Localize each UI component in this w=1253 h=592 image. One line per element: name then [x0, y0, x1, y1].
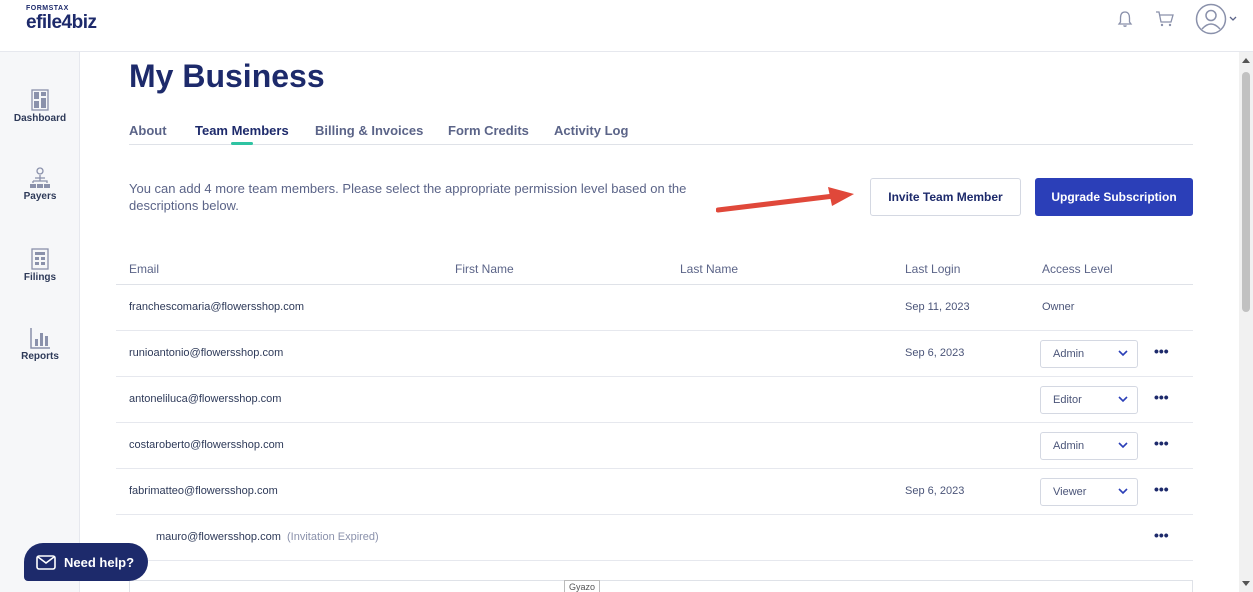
sidebar-item-reports[interactable]: Reports [0, 327, 80, 362]
tab-about[interactable]: About [129, 123, 167, 138]
active-tab-indicator [231, 142, 253, 145]
tab-activity-log[interactable]: Activity Log [554, 123, 628, 138]
column-header-last-login: Last Login [905, 262, 961, 276]
reports-icon [30, 328, 50, 349]
column-header-access-level: Access Level [1042, 262, 1113, 276]
access-level-select[interactable]: Admin [1040, 340, 1138, 368]
chevron-down-icon [1118, 442, 1128, 449]
table-row: franchescomaria@flowersshop.com Sep 11, … [116, 285, 1193, 331]
need-help-button[interactable]: Need help? [24, 543, 148, 581]
column-header-email: Email [129, 262, 160, 276]
sidebar-item-payers[interactable]: Payers [0, 167, 80, 202]
scroll-down-arrow-icon[interactable] [1242, 581, 1250, 586]
scroll-up-arrow-icon[interactable] [1242, 58, 1250, 63]
row-last-login: Sep 6, 2023 [905, 485, 965, 497]
bell-icon[interactable] [1117, 10, 1133, 28]
sidebar-item-dashboard[interactable]: Dashboard [0, 89, 80, 124]
team-description: You can add 4 more team members. Please … [129, 181, 687, 213]
access-level-value: Editor [1053, 394, 1082, 406]
scrollbar[interactable] [1239, 52, 1253, 592]
top-bar: FORMSTAX efile4biz [0, 0, 1253, 52]
invite-team-member-button[interactable]: Invite Team Member [870, 178, 1021, 216]
sidebar-item-label: Filings [23, 272, 57, 283]
access-level-select[interactable]: Editor [1040, 386, 1138, 414]
access-level-value: Admin [1053, 440, 1085, 452]
table-row: antoneliluca@flowersshop.com Editor ••• [116, 377, 1193, 423]
table-row: mauro@flowersshop.com (Invitation Expire… [116, 515, 1193, 561]
tab-form-credits[interactable]: Form Credits [448, 123, 529, 138]
more-options-icon[interactable]: ••• [1154, 528, 1169, 542]
more-options-icon[interactable]: ••• [1154, 344, 1169, 358]
invitation-status: (Invitation Expired) [287, 531, 379, 543]
cart-icon[interactable] [1155, 10, 1175, 28]
gyazo-watermark: Gyazo [564, 580, 601, 592]
row-email: franchescomaria@flowersshop.com [129, 301, 305, 313]
table-row: runioantonio@flowersshop.com Sep 6, 2023… [116, 331, 1193, 377]
row-email: mauro@flowersshop.com [156, 531, 281, 543]
row-access-level: Owner [1042, 301, 1075, 313]
scroll-thumb[interactable] [1242, 72, 1250, 312]
access-level-select[interactable]: Viewer [1040, 478, 1138, 506]
table-row: costaroberto@flowersshop.com Admin ••• [116, 423, 1193, 469]
sidebar-item-label: Dashboard [13, 113, 67, 124]
top-icons [1099, 3, 1237, 35]
sidebar-item-label: Reports [21, 351, 59, 362]
upgrade-subscription-button[interactable]: Upgrade Subscription [1035, 178, 1193, 216]
permissions-panel [129, 580, 1193, 592]
tab-bar: About Team Members Billing & Invoices Fo… [129, 123, 1193, 145]
need-help-label: Need help? [64, 554, 135, 570]
tab-team-members[interactable]: Team Members [195, 123, 289, 138]
access-level-value: Viewer [1053, 486, 1087, 498]
table-row: fabrimatteo@flowersshop.com Sep 6, 2023 … [116, 469, 1193, 515]
avatar[interactable] [1195, 3, 1237, 35]
more-options-icon[interactable]: ••• [1154, 436, 1169, 450]
arrow-annotation [716, 187, 854, 213]
more-options-icon[interactable]: ••• [1154, 482, 1169, 496]
payers-icon [30, 167, 50, 188]
row-email: costaroberto@flowersshop.com [129, 439, 284, 451]
more-options-icon[interactable]: ••• [1154, 390, 1169, 404]
row-email: antoneliluca@flowersshop.com [129, 393, 282, 405]
chevron-down-icon [1118, 350, 1128, 357]
sidebar-item-filings[interactable]: Filings [0, 248, 80, 283]
chevron-down-icon [1118, 488, 1128, 495]
column-header-last-name: Last Name [680, 262, 739, 276]
logo[interactable]: FORMSTAX efile4biz [26, 5, 97, 34]
filings-icon [31, 248, 49, 270]
access-level-select[interactable]: Admin [1040, 432, 1138, 460]
sidebar-item-label: Payers [23, 191, 57, 202]
mail-icon [36, 554, 56, 570]
row-last-login: Sep 11, 2023 [905, 301, 970, 313]
tab-billing-invoices[interactable]: Billing & Invoices [315, 123, 423, 138]
row-last-login: Sep 6, 2023 [905, 347, 965, 359]
access-level-value: Admin [1053, 348, 1085, 360]
column-header-first-name: First Name [455, 262, 514, 276]
dashboard-icon [31, 89, 49, 111]
logo-text: efile4biz [26, 12, 97, 33]
page-title: My Business [129, 58, 325, 94]
row-email: runioantonio@flowersshop.com [129, 347, 284, 359]
row-email: fabrimatteo@flowersshop.com [129, 485, 278, 497]
chevron-down-icon [1229, 16, 1237, 21]
logo-top-text: FORMSTAX [26, 5, 69, 12]
chevron-down-icon [1118, 396, 1128, 403]
sidebar: Dashboard Payers Filings Reports [0, 52, 80, 592]
